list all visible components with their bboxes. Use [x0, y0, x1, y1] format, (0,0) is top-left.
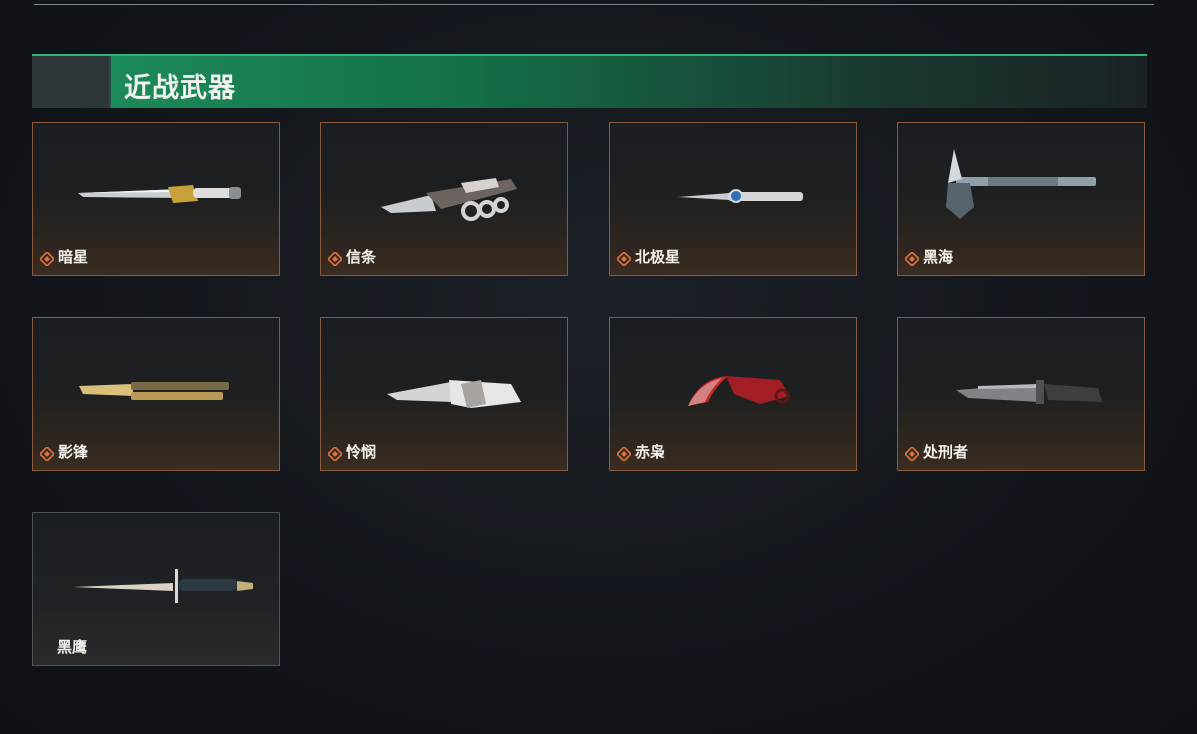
section-title: 近战武器	[124, 73, 236, 104]
weapon-name: 怜悯	[346, 443, 377, 461]
knife-image	[79, 382, 229, 400]
rarity-diamond-icon	[40, 447, 54, 461]
rarity-diamond-icon	[617, 447, 631, 461]
weapon-card-lianmin[interactable]: 怜悯	[320, 317, 568, 471]
weapon-card-chuxingzhe[interactable]: 处刑者	[897, 317, 1145, 471]
rarity-diamond-icon	[905, 447, 919, 461]
weapon-card-beijixing[interactable]: 北极星	[609, 122, 857, 276]
weapon-card-heihai[interactable]: 黑海	[897, 122, 1145, 276]
weapon-name: 处刑者	[923, 443, 969, 461]
weapon-name: 信条	[346, 248, 377, 266]
knife-image	[73, 569, 253, 603]
weapon-card-chixiao[interactable]: 赤枭	[609, 317, 857, 471]
weapon-name: 影锋	[58, 443, 89, 461]
weapon-name: 黑海	[923, 248, 954, 266]
rarity-diamond-icon	[328, 447, 342, 461]
weapon-name: 北极星	[635, 248, 681, 266]
knife-image	[381, 178, 517, 221]
knife-image	[387, 380, 521, 408]
knife-image	[78, 185, 241, 203]
weapon-name: 暗星	[58, 248, 89, 266]
weapon-name: 黑鹰	[57, 638, 88, 656]
karambit-image	[688, 376, 790, 406]
top-divider	[34, 4, 1154, 5]
knife-image	[956, 380, 1102, 404]
rarity-diamond-icon	[617, 252, 631, 266]
section-header-stub	[32, 56, 110, 108]
weapon-card-anxing[interactable]: 暗星	[32, 122, 280, 276]
rarity-diamond-icon	[905, 252, 919, 266]
axe-image	[946, 149, 1096, 219]
rarity-diamond-icon	[328, 252, 342, 266]
weapon-card-heiying[interactable]: 黑鹰	[32, 512, 280, 666]
rarity-diamond-icon	[40, 252, 54, 266]
knife-image	[678, 189, 803, 203]
section-header: 近战武器	[32, 54, 1147, 108]
weapon-card-yingfeng[interactable]: 影锋	[32, 317, 280, 471]
weapon-name: 赤枭	[635, 443, 666, 461]
weapon-card-xintiao[interactable]: 信条	[320, 122, 568, 276]
